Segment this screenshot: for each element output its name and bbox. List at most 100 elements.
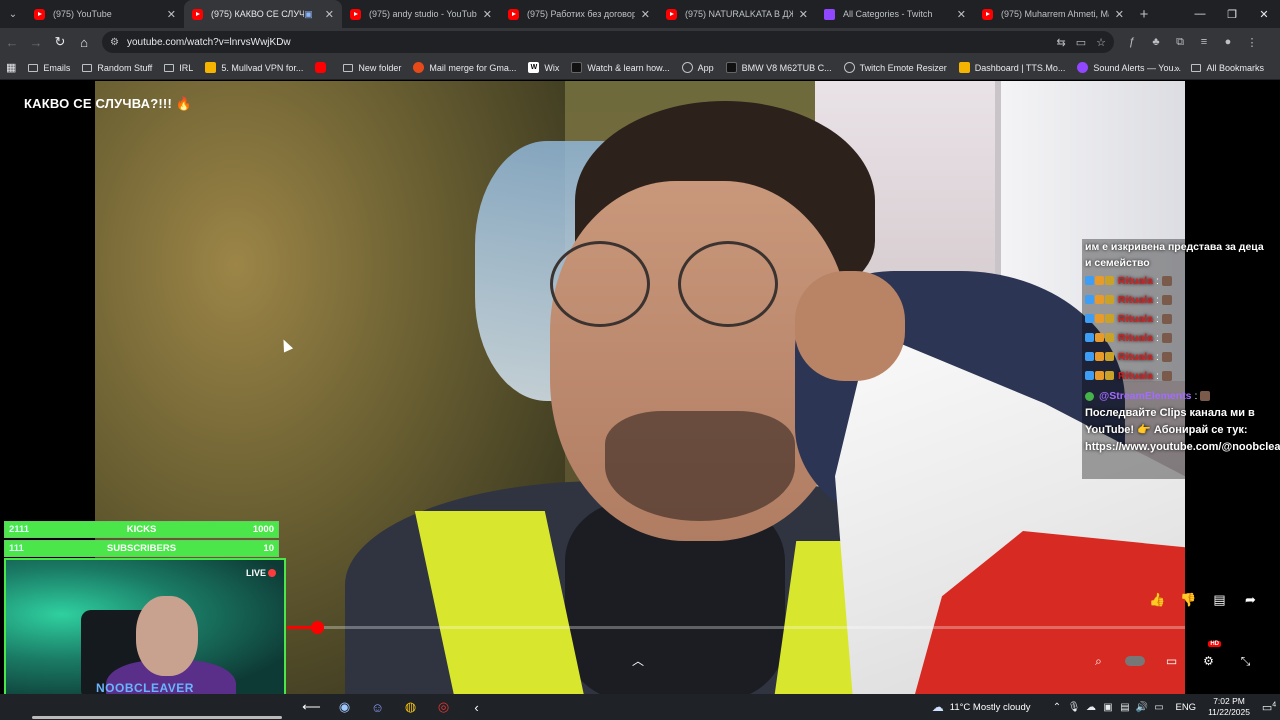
browser-tab[interactable]: (975) andy studio - YouTube ✕ (342, 0, 500, 28)
extension-fx-icon[interactable]: ƒ (1120, 31, 1144, 53)
stream-title-overlay: КАКВО СЕ СЛУЧВА?!!! 🔥 (24, 96, 193, 111)
back-arrow-app-icon[interactable]: ⟵ (295, 694, 328, 720)
steam-icon[interactable]: ◉ (328, 694, 361, 720)
site-info-icon[interactable]: ⚙ (110, 37, 119, 48)
chevron-up-tray-icon[interactable]: ⌃ (1048, 702, 1065, 713)
close-icon[interactable]: ✕ (1115, 8, 1124, 21)
media-icon[interactable]: ▣ (304, 9, 313, 20)
bookmark-item[interactable]: 5. Mullvad VPN for... (199, 57, 309, 79)
translate-icon[interactable]: ⇆ (1057, 36, 1066, 49)
search-in-video-icon[interactable]: ⌕ (1080, 649, 1117, 673)
youtube-icon (508, 8, 519, 20)
tab-title: All Categories - Twitch (843, 9, 933, 19)
bookmarks-bar: ▦ Emails Random Stuff IRL 5. Mullvad VPN… (0, 56, 1280, 80)
autoplay-toggle[interactable] (1125, 656, 1145, 666)
forward-icon[interactable]: → (24, 30, 48, 54)
share-icon[interactable]: ➦ (1235, 589, 1266, 611)
browser-tab[interactable]: (975) YouTube ✕ (26, 0, 184, 28)
chat-username: Rituala (1118, 369, 1154, 382)
close-window-icon[interactable]: ✕ (1248, 0, 1280, 28)
close-icon[interactable]: ✕ (325, 8, 334, 21)
chrome-icon[interactable]: ◍ (394, 694, 427, 720)
menu-kebab-icon[interactable]: ⋮ (1240, 31, 1264, 53)
chevron-up-icon[interactable]: ︿ (632, 652, 644, 669)
exit-fullscreen-icon[interactable]: ⤡ (1227, 649, 1264, 673)
all-bookmarks[interactable]: All Bookmarks (1185, 57, 1270, 79)
tab-search-button[interactable]: ⌄ (0, 0, 26, 28)
dislike-icon[interactable]: 👎 (1173, 589, 1204, 611)
browser-tab[interactable]: (975) Muharrem Ahmeti, Mand ✕ (974, 0, 1132, 28)
badge-icon (1085, 371, 1094, 380)
close-icon[interactable]: ✕ (483, 8, 492, 21)
clock[interactable]: 7:02 PM 11/22/2025 (1208, 696, 1250, 718)
settings-gear-icon[interactable]: ⚙ HD (1190, 641, 1227, 673)
bookmark-item[interactable]: W Wix (522, 57, 565, 79)
new-tab-button[interactable]: + (1132, 0, 1156, 28)
battery-icon[interactable]: ▭ (1150, 702, 1167, 713)
bookmark-item[interactable]: Emails (22, 57, 76, 79)
profile-icon[interactable]: ● (1216, 31, 1240, 53)
reload-icon[interactable]: ↻ (48, 30, 72, 54)
bookmark-star-icon[interactable]: ☆ (1096, 36, 1106, 49)
video-progress-bar[interactable] (287, 621, 1185, 634)
close-icon[interactable]: ✕ (957, 8, 966, 21)
cast-icon[interactable]: ▭ (1076, 36, 1086, 49)
bookmark-item[interactable]: Mail merge for Gma... (407, 57, 522, 79)
bmw-icon (725, 62, 737, 73)
url-text[interactable]: youtube.com/watch?v=lnrvsWwjKDw (127, 37, 1047, 48)
browser-tab-active[interactable]: (975) КАКВО СЕ СЛУЧВА?!!! ▣ ✕ (184, 0, 342, 28)
comment-icon[interactable]: ▤ (1204, 589, 1235, 611)
weather-widget[interactable]: ☁ 11°C Mostly cloudy (932, 700, 1031, 714)
bookmark-item[interactable]: Twitch Emote Resizer (838, 57, 953, 79)
back-icon[interactable]: ← (0, 30, 24, 54)
app-tray-icon[interactable]: ▣ (1099, 702, 1116, 713)
apps-grid-icon[interactable]: ▦ (0, 57, 22, 79)
emote-icon (1161, 351, 1172, 362)
subtitles-icon[interactable]: ▭ (1153, 649, 1190, 673)
bookmark-item[interactable]: Random Stuff (76, 57, 158, 79)
bookmark-item[interactable] (309, 57, 337, 79)
video-player[interactable]: КАКВО СЕ СЛУЧВА?!!! 🔥 им е изкривена пре… (0, 81, 1280, 694)
kicks-goal-bar: 2111 KICKS 1000 (4, 521, 279, 538)
extensions-icon[interactable]: ⧉ (1168, 31, 1192, 53)
chat-line: Rituala: (1082, 290, 1267, 309)
restore-icon[interactable]: ❐ (1216, 0, 1248, 28)
bookmark-item[interactable]: App (676, 57, 720, 79)
live-label: LIVE (245, 568, 266, 578)
bookmark-item[interactable]: New folder (337, 57, 407, 79)
language-indicator[interactable]: ENG (1175, 702, 1196, 713)
browser-tab[interactable]: (975) NATURALKATA В ДЖЪМ ✕ (658, 0, 816, 28)
emote-icon (1161, 370, 1172, 381)
close-icon[interactable]: ✕ (799, 8, 808, 21)
close-icon[interactable]: ✕ (641, 8, 650, 21)
bookmark-item[interactable]: BMW V8 M62TUB C... (720, 57, 838, 79)
discord-icon[interactable]: ☺ (361, 694, 394, 720)
scrollbar-thumb[interactable] (32, 716, 282, 719)
bookmark-item[interactable]: Watch & learn how... (565, 57, 675, 79)
bookmark-item[interactable]: Dashboard | TTS.Mo... (953, 57, 1072, 79)
bookmark-label: BMW V8 M62TUB C... (741, 62, 832, 73)
network-icon[interactable]: ▤ (1116, 702, 1133, 713)
extension-leaf-icon[interactable]: ♣ (1144, 31, 1168, 53)
home-icon[interactable]: ⌂ (72, 30, 96, 54)
browser-tab[interactable]: All Categories - Twitch ✕ (816, 0, 974, 28)
more-bookmarks-icon[interactable]: » (1168, 57, 1185, 79)
badge-icon (1105, 352, 1114, 361)
address-bar[interactable]: ⚙ youtube.com/watch?v=lnrvsWwjKDw ⇆ ▭ ☆ (102, 31, 1114, 53)
notification-icon[interactable]: ▭4 (1258, 701, 1280, 714)
minimize-icon[interactable]: — (1184, 0, 1216, 28)
cloud-sync-icon[interactable]: ☁ (1082, 702, 1099, 713)
kick-app-icon[interactable]: ‹ (460, 694, 493, 720)
media-controls-icon[interactable]: ≡ (1192, 31, 1216, 53)
volume-icon[interactable]: 🔊 (1133, 702, 1150, 713)
chat-username: Rituala (1118, 350, 1154, 363)
badge-icon (1095, 295, 1104, 304)
bookmark-item[interactable]: IRL (158, 57, 199, 79)
browser-tab[interactable]: (975) Работих без договор - У ✕ (500, 0, 658, 28)
close-icon[interactable]: ✕ (167, 8, 176, 21)
obs-icon[interactable]: ◎ (427, 694, 460, 720)
scrubber-handle[interactable] (310, 621, 324, 634)
like-icon[interactable]: 👍 (1142, 589, 1173, 611)
subscribers-goal: 10 (263, 543, 274, 554)
microphone-icon[interactable]: 🎙 (1065, 702, 1082, 713)
